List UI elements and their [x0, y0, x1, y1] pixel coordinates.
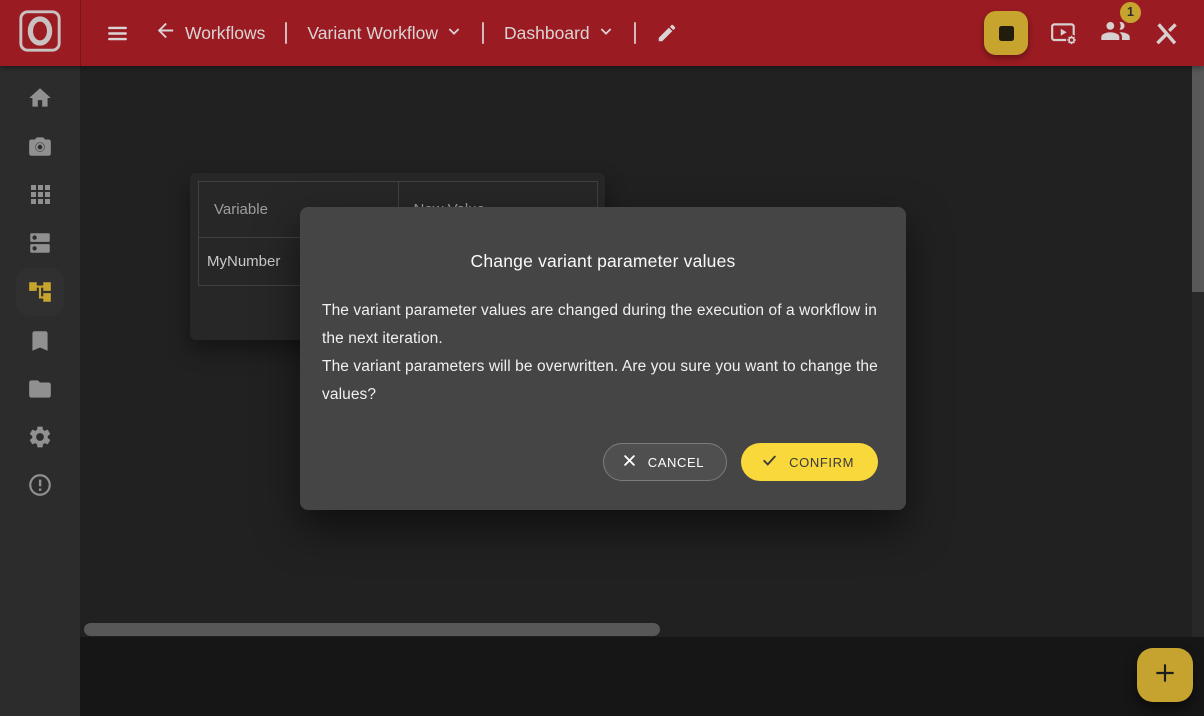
dialog-title: Change variant parameter values: [300, 251, 906, 272]
cancel-button-label: CANCEL: [648, 455, 704, 470]
plus-icon: [1152, 660, 1178, 691]
sidebar-item-home[interactable]: [16, 74, 64, 122]
breadcrumb: Workflows Variant Workflow Dashboard: [105, 19, 678, 47]
workflow-name-label: Variant Workflow: [307, 23, 438, 44]
horizontal-scrollbar-thumb[interactable]: [84, 623, 660, 636]
disconnect-icon[interactable]: [1153, 20, 1180, 47]
breadcrumb-section-label: Workflows: [185, 23, 265, 44]
cancel-button[interactable]: CANCEL: [603, 443, 727, 481]
settings-icon: [27, 424, 53, 450]
view-selector[interactable]: Dashboard: [504, 23, 614, 44]
dialog-paragraph-2: The variant parameters will be overwritt…: [322, 353, 884, 409]
sidebar-item-apps[interactable]: [16, 170, 64, 218]
breadcrumb-divider: [634, 22, 636, 44]
sidebar-item-camera[interactable]: [16, 122, 64, 170]
sidebar-item-alerts[interactable]: [16, 461, 64, 509]
check-icon: [761, 452, 778, 472]
app-logo[interactable]: [0, 0, 81, 66]
confirm-button[interactable]: CONFIRM: [741, 443, 878, 481]
logo-icon: [17, 8, 63, 59]
vertical-scrollbar-thumb[interactable]: [1192, 66, 1204, 292]
sidebar-item-bookmarks[interactable]: [16, 317, 64, 365]
sidebar-item-settings[interactable]: [16, 413, 64, 461]
dialog-body: The variant parameter values are changed…: [322, 297, 884, 409]
chevron-down-icon: [446, 23, 462, 44]
users-count-badge: 1: [1120, 2, 1141, 23]
confirm-button-label: CONFIRM: [789, 455, 854, 470]
menu-icon[interactable]: [105, 21, 130, 46]
bottom-panel: [80, 637, 1192, 716]
sidebar-item-datasets[interactable]: [16, 219, 64, 267]
add-button[interactable]: [1137, 648, 1193, 702]
alert-icon: [27, 472, 53, 498]
horizontal-scrollbar[interactable]: [80, 622, 1192, 637]
apps-grid-icon: [28, 182, 52, 206]
top-app-bar: Workflows Variant Workflow Dashboard: [0, 0, 1204, 66]
workflow-selector[interactable]: Variant Workflow: [307, 23, 462, 44]
close-icon: [622, 453, 637, 471]
home-icon: [27, 85, 53, 111]
chevron-down-icon: [598, 23, 614, 44]
video-settings-icon[interactable]: [1050, 20, 1078, 46]
folder-icon: [27, 376, 53, 402]
sidebar-item-workflows[interactable]: [16, 268, 64, 316]
topbar-actions: 1: [984, 11, 1204, 55]
dialog-actions: CANCEL CONFIRM: [603, 443, 878, 481]
breadcrumb-divider: [482, 22, 484, 44]
view-name-label: Dashboard: [504, 23, 590, 44]
workflows-icon: [27, 279, 53, 305]
breadcrumb-divider: [285, 22, 287, 44]
dialog-paragraph-1: The variant parameter values are changed…: [322, 297, 884, 353]
left-nav-rail: [0, 66, 80, 716]
camera-icon: [27, 133, 53, 159]
stop-button[interactable]: [984, 11, 1028, 55]
edit-pencil-icon[interactable]: [656, 22, 678, 44]
vertical-scrollbar[interactable]: [1192, 66, 1204, 637]
datasets-icon: [27, 230, 53, 256]
stop-icon: [999, 26, 1014, 41]
confirm-dialog: Change variant parameter values The vari…: [300, 207, 906, 510]
back-arrow-icon: [154, 19, 177, 47]
connected-users[interactable]: 1: [1100, 18, 1131, 49]
sidebar-item-files[interactable]: [16, 365, 64, 413]
bookmark-icon: [27, 328, 53, 354]
back-to-workflows[interactable]: Workflows: [154, 19, 265, 47]
